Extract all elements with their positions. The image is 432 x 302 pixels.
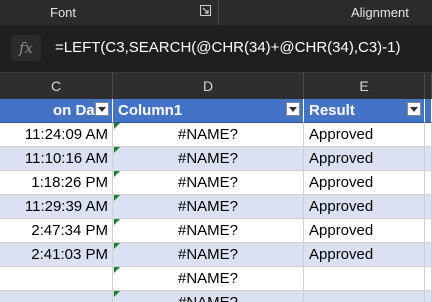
table-header-row: on Date Column1 Result [0,99,432,123]
column-header-c[interactable]: C [0,73,113,99]
result-cell[interactable]: Approved [304,171,425,195]
date-cell[interactable]: 2:47:34 PM [0,219,113,243]
column1-cell[interactable]: #NAME? [113,219,304,243]
error-indicator-icon[interactable] [114,123,120,129]
filter-dropdown-icon[interactable] [95,102,109,116]
date-cell[interactable] [0,291,113,302]
column-header-f[interactable] [425,73,432,99]
column-header-d[interactable]: D [113,73,304,99]
header-cell-column1[interactable]: Column1 [113,99,304,123]
column1-cell[interactable]: #NAME? [113,171,304,195]
column1-cell[interactable]: #NAME? [113,291,304,302]
error-indicator-icon[interactable] [114,147,120,153]
dialog-launcher-icon[interactable] [200,5,211,16]
overflow-cell[interactable] [425,123,432,147]
table-row: 11:10:16 AM #NAME? Approved [0,147,432,171]
alignment-group-label: Alignment [351,5,409,20]
overflow-cell[interactable] [425,291,432,302]
result-cell[interactable] [304,291,425,302]
error-indicator-icon[interactable] [114,195,120,201]
error-indicator-icon[interactable] [114,291,120,297]
table-row: #NAME? [0,267,432,291]
ribbon-separator [218,0,219,25]
error-indicator-icon[interactable] [114,243,120,249]
formula-input[interactable]: =LEFT(C3,SEARCH(@CHR(34)+@CHR(34),C3)-1) [55,39,401,56]
filter-dropdown-icon[interactable] [286,102,300,116]
overflow-cell[interactable] [425,267,432,291]
table-row: 1:18:26 PM #NAME? Approved [0,171,432,195]
column-header-e[interactable]: E [304,73,425,99]
formula-bar: fx =LEFT(C3,SEARCH(@CHR(34)+@CHR(34),C3)… [0,25,432,73]
overflow-cell[interactable] [425,219,432,243]
date-cell[interactable]: 11:29:39 AM [0,195,113,219]
font-group-label: Font [50,5,77,20]
column-header-row: C D E [0,73,432,100]
error-indicator-icon[interactable] [114,171,120,177]
insert-function-button[interactable]: fx [11,35,41,61]
column1-cell[interactable]: #NAME? [113,267,304,291]
column1-cell[interactable]: #NAME? [113,123,304,147]
overflow-cell[interactable] [425,147,432,171]
error-indicator-icon[interactable] [114,219,120,225]
table-row: #NAME? [0,291,432,302]
column1-cell[interactable]: #NAME? [113,147,304,171]
result-cell[interactable]: Approved [304,195,425,219]
result-cell[interactable] [304,267,425,291]
overflow-cell[interactable] [425,171,432,195]
date-cell[interactable]: 2:41:03 PM [0,243,113,267]
filter-dropdown-icon[interactable] [407,102,421,116]
date-cell[interactable]: 11:24:09 AM [0,123,113,147]
header-cell-overflow[interactable] [425,99,432,123]
date-cell[interactable]: 1:18:26 PM [0,171,113,195]
result-cell[interactable]: Approved [304,219,425,243]
overflow-cell[interactable] [425,195,432,219]
result-cell[interactable]: Approved [304,243,425,267]
column1-cell[interactable]: #NAME? [113,195,304,219]
ribbon-group-labels: Font Alignment [0,0,432,25]
table-row: 11:24:09 AM #NAME? Approved [0,123,432,147]
date-cell[interactable] [0,267,113,291]
date-cell[interactable]: 11:10:16 AM [0,147,113,171]
result-cell[interactable]: Approved [304,123,425,147]
table-row: 2:41:03 PM #NAME? Approved [0,243,432,267]
overflow-cell[interactable] [425,243,432,267]
worksheet-grid: on Date Column1 Result 11:24:09 AM #NAME… [0,99,432,302]
table-row: 2:47:34 PM #NAME? Approved [0,219,432,243]
table-row: 11:29:39 AM #NAME? Approved [0,195,432,219]
result-cell[interactable]: Approved [304,147,425,171]
column1-cell[interactable]: #NAME? [113,243,304,267]
error-indicator-icon[interactable] [114,267,120,273]
